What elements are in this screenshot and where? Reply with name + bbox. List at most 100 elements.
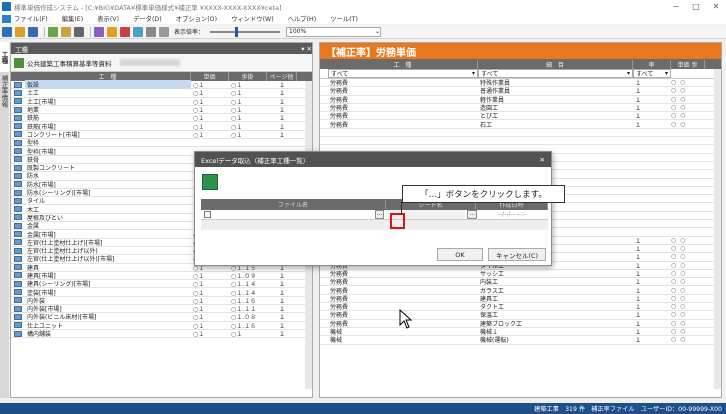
- filter-item[interactable]: すべて ▾: [478, 69, 633, 78]
- flag-cell[interactable]: ○ ○: [671, 87, 705, 94]
- table-row[interactable]: [320, 137, 721, 146]
- flag-cell[interactable]: ○ ○: [671, 79, 705, 86]
- item-cell: 機械(運転): [480, 337, 509, 345]
- flag-cell[interactable]: ○ ○: [671, 262, 705, 269]
- import-checkbox[interactable]: [204, 211, 211, 218]
- left-vertical-tabs: 工種 補正率情報: [0, 42, 9, 398]
- close-button[interactable]: ✕: [706, 2, 726, 11]
- settings-icon[interactable]: [159, 26, 169, 37]
- flag-cell[interactable]: ○ ○: [671, 112, 705, 119]
- source-selector[interactable]: 公共建築工事積算基準等資料: [11, 54, 312, 72]
- folder-icon: [11, 214, 25, 221]
- ok-button[interactable]: OK: [437, 248, 483, 261]
- folder-icon: [11, 230, 25, 237]
- labor-rate[interactable]: ○１: [229, 130, 267, 139]
- save-icon[interactable]: [28, 26, 38, 37]
- flag-cell[interactable]: ○ ○: [671, 328, 705, 335]
- flag-icon[interactable]: [120, 26, 130, 37]
- menu-window[interactable]: ウィンドウ(W): [231, 14, 274, 23]
- flag-cell[interactable]: ○ ○: [671, 278, 705, 285]
- flag-cell[interactable]: ○ ○: [671, 336, 705, 343]
- filter-kind[interactable]: すべて ▾: [328, 69, 478, 78]
- menu-view[interactable]: 表示(V): [97, 14, 119, 23]
- percent-icon[interactable]: [146, 26, 156, 37]
- menu-tool[interactable]: ツール(T): [330, 14, 358, 23]
- tab-work-type[interactable]: 工種: [0, 42, 9, 72]
- folder-icon: [11, 164, 25, 171]
- title-bar: 標準単価作成システム - [C:¥BIG¥DATA¥標準単価様式¥補正率 ¥XX…: [0, 0, 726, 13]
- menu-file[interactable]: ファイル(F): [14, 14, 48, 23]
- cancel-button[interactable]: キャンセル(C): [488, 248, 546, 261]
- flag-cell[interactable]: ○ ○: [671, 270, 705, 277]
- flag-cell[interactable]: ○ ○: [671, 311, 705, 318]
- instruction-callout: 「…」ボタンをクリックします。: [402, 185, 565, 203]
- menu-edit[interactable]: 編集(E): [62, 14, 84, 23]
- pin-icon[interactable]: ▾ ✕: [301, 45, 312, 53]
- folder-icon: [11, 313, 25, 320]
- import-file-grid: ファイル名 シート名 作成日時 … … --/--/-- --:--: [201, 199, 548, 231]
- flag-cell[interactable]: ○ ○: [671, 287, 705, 294]
- tab-correction-info[interactable]: 補正率情報: [0, 72, 9, 111]
- folder-icon: [11, 189, 25, 196]
- edit-icon[interactable]: [94, 26, 104, 37]
- zoom-slider-thumb[interactable]: [235, 26, 239, 37]
- flag-cell[interactable]: ○ ○: [671, 104, 705, 111]
- folder-icon: [11, 206, 25, 213]
- folder-icon: [11, 98, 25, 105]
- col-item[interactable]: 細 目: [478, 59, 633, 69]
- excel-icon[interactable]: [48, 26, 58, 37]
- minimize-button[interactable]: −: [666, 2, 686, 11]
- menu-option[interactable]: オプション(O): [176, 14, 217, 23]
- new-icon[interactable]: [2, 26, 12, 37]
- page-value: １: [278, 331, 285, 339]
- menu-data[interactable]: データ(D): [133, 14, 162, 23]
- unit-price-rate[interactable]: ○１: [191, 329, 229, 338]
- filter-rate[interactable]: すべて ▾: [633, 69, 671, 78]
- unit-price-rate[interactable]: ○１: [191, 130, 229, 139]
- folder-icon: [11, 289, 25, 296]
- work-type-pane-title: 工種: [15, 45, 28, 54]
- zoom-slider[interactable]: [210, 26, 281, 37]
- table-row[interactable]: 機械 機械(運転) １ ○ ○: [320, 335, 721, 345]
- flag-cell[interactable]: ○ ○: [671, 303, 705, 310]
- zoom-select[interactable]: 100% ⌄: [286, 26, 382, 37]
- chevron-down-icon: ⌄: [374, 28, 381, 35]
- col-kind[interactable]: 工 種: [328, 59, 478, 69]
- folder-icon: [11, 272, 25, 279]
- kind-cell: 労務費: [330, 121, 349, 129]
- flag-cell[interactable]: ○ ○: [671, 96, 705, 103]
- col-rate[interactable]: 率: [633, 59, 671, 69]
- folder-icon: [11, 197, 25, 204]
- menu-help[interactable]: ヘルプ(H): [288, 14, 317, 23]
- chevron-down-icon: ▾: [471, 70, 475, 77]
- calc-icon[interactable]: [133, 26, 143, 37]
- rate-cell[interactable]: １: [633, 335, 671, 344]
- browse-sheet-button[interactable]: …: [467, 210, 478, 219]
- print-icon[interactable]: [74, 26, 84, 37]
- created-date-cell: --/--/-- --:--: [497, 211, 528, 218]
- browse-file-button[interactable]: …: [374, 210, 385, 219]
- folder-icon: [11, 305, 25, 312]
- labor-rate[interactable]: ○１: [229, 329, 267, 338]
- rate-cell[interactable]: １: [633, 120, 671, 129]
- flag-cell[interactable]: ○ ○: [671, 237, 705, 244]
- col-flags: 単価 歩: [671, 59, 705, 69]
- folder-icon: [11, 123, 25, 130]
- flag-cell[interactable]: ○ ○: [671, 121, 705, 128]
- right-scrollbar[interactable]: [714, 69, 721, 389]
- flag-cell[interactable]: ○ ○: [671, 245, 705, 252]
- highlight-icon[interactable]: [107, 26, 117, 37]
- open-icon[interactable]: [15, 26, 25, 37]
- table-row[interactable]: 労務費 石工 １ ○ ○: [320, 120, 721, 129]
- import-file-row: … … --/--/-- --:--: [201, 210, 548, 220]
- table-row[interactable]: 構内舗装 ○１ ○１ １: [11, 329, 312, 339]
- table-row[interactable]: [320, 129, 721, 138]
- flag-cell[interactable]: ○ ○: [671, 295, 705, 302]
- flag-cell[interactable]: ○ ○: [671, 253, 705, 260]
- kind-cell: 機械: [330, 337, 343, 345]
- flag-cell[interactable]: ○ ○: [671, 320, 705, 327]
- mouse-cursor-icon: [399, 309, 413, 329]
- maximize-button[interactable]: □: [686, 2, 706, 11]
- dialog-close-icon[interactable]: ✕: [540, 156, 545, 164]
- folder-icon[interactable]: [61, 26, 71, 37]
